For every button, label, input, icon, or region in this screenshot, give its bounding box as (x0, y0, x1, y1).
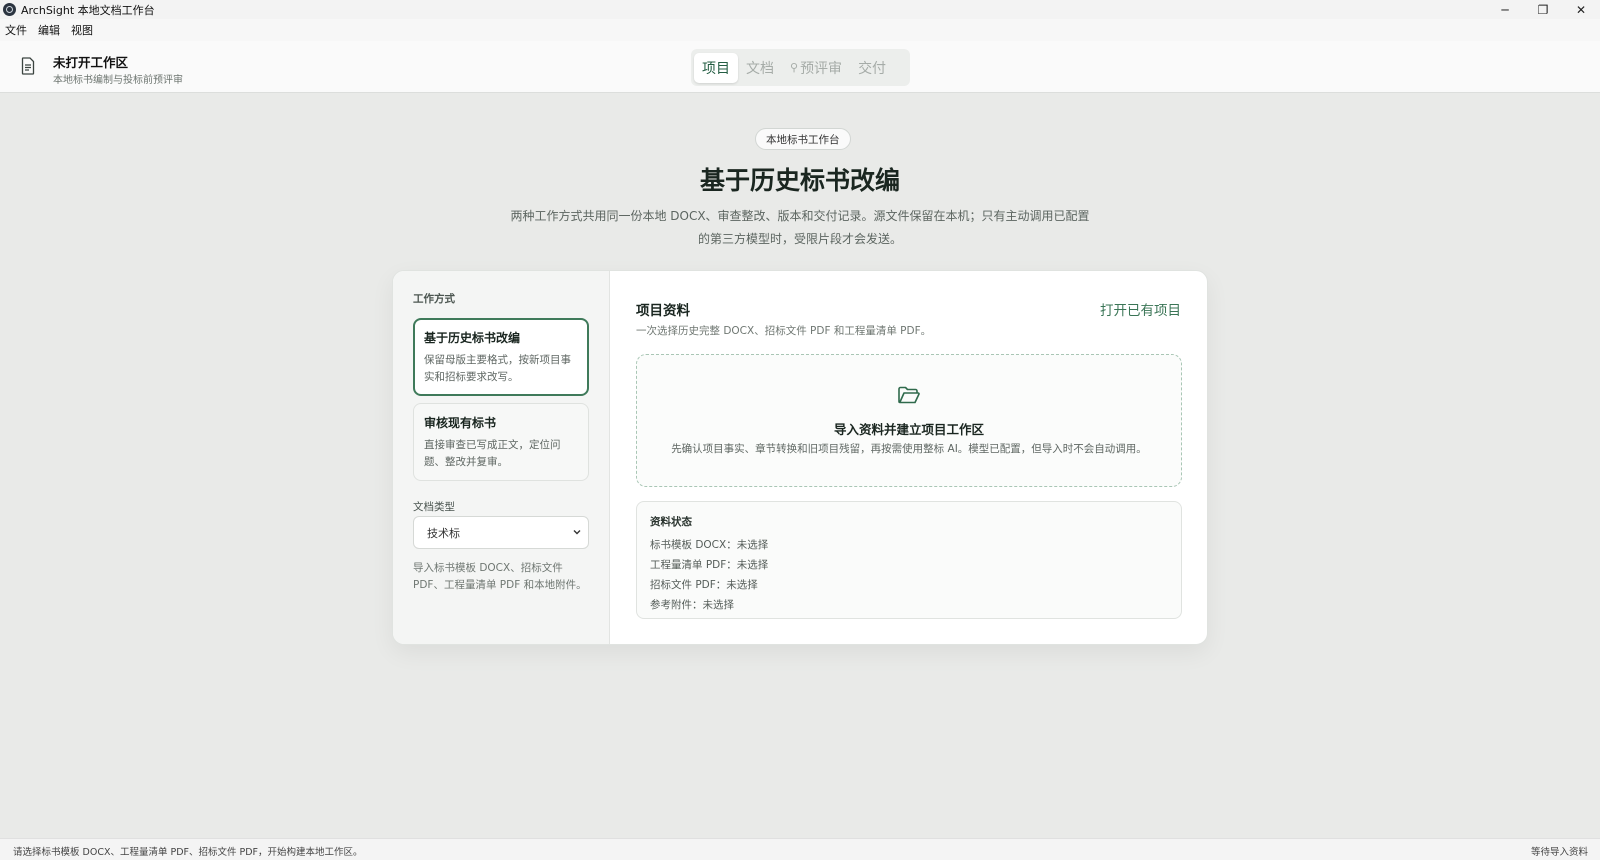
app-header: 未打开工作区 本地标书编制与投标前预评审 项目 文档 ⚲ 预评审 交付 (0, 41, 1600, 93)
project-materials-title: 项目资料 (636, 303, 690, 319)
mode-title: 审核现有标书 (424, 416, 497, 430)
folder-open-icon (898, 386, 920, 404)
mode-title: 基于历史标书改编 (424, 331, 521, 345)
status-boq-pdf: 工程量清单 PDF：未选择 (650, 559, 769, 571)
menu-bar: 文件 编辑 视图 (0, 19, 1600, 41)
import-dropzone[interactable]: 导入资料并建立项目工作区 先确认项目事实、章节转换和旧项目残留，再按需使用整标 … (636, 354, 1182, 487)
open-existing-project-link[interactable]: 打开已有项目 (1100, 299, 1181, 319)
menu-edit[interactable]: 编辑 (38, 22, 60, 38)
status-attachments: 参考附件：未选择 (650, 599, 734, 611)
menu-file[interactable]: 文件 (5, 22, 27, 38)
status-state: 等待导入资料 (1530, 847, 1588, 858)
title-bar: ArchSight 本地文档工作台 ─ ❐ ✕ (0, 0, 1600, 19)
import-help-text: 导入标书模板 DOCX、招标文件 PDF、工程量清单 PDF 和本地附件。 (413, 562, 587, 591)
search-icon: ⚲ (790, 61, 799, 74)
doc-type-select[interactable]: 技术标 (413, 516, 589, 549)
window-controls: ─ ❐ ✕ (1486, 0, 1600, 19)
mode-description: 保留母版主要格式，按新项目事实和招标要求改写。 (424, 354, 571, 383)
doc-type-label: 文档类型 (413, 501, 455, 513)
materials-status-title: 资料状态 (650, 516, 692, 528)
document-icon (21, 57, 35, 75)
main-tabs: 项目 文档 ⚲ 预评审 交付 (691, 49, 910, 86)
tab-pre-review[interactable]: ⚲ 预评审 (782, 53, 850, 83)
workspace-title: 未打开工作区 (53, 55, 129, 70)
setup-card: 工作方式 基于历史标书改编 保留母版主要格式，按新项目事实和招标要求改写。 审核… (392, 270, 1208, 645)
doc-type-value: 技术标 (427, 526, 460, 540)
tab-documents[interactable]: 文档 (738, 53, 782, 83)
mode-card-review-existing[interactable]: 审核现有标书 直接审查已写成正文，定位问题、整改并复审。 (413, 403, 589, 481)
app-logo-icon (3, 3, 16, 16)
workbench-badge: 本地标书工作台 (755, 128, 851, 150)
hero-desc-line-2: 的第三方模型时，受限片段才会发送。 (697, 232, 902, 246)
materials-status-list: 标书模板 DOCX：未选择 工程量清单 PDF：未选择 招标文件 PDF：未选择… (650, 535, 768, 615)
work-mode-label: 工作方式 (413, 293, 455, 305)
mode-panel: 工作方式 基于历史标书改编 保留母版主要格式，按新项目事实和招标要求改写。 审核… (393, 271, 610, 644)
status-tender-pdf: 招标文件 PDF：未选择 (650, 579, 758, 591)
tab-delivery-label: 交付 (858, 60, 887, 77)
project-materials-subtitle: 一次选择历史完整 DOCX、招标文件 PDF 和工程量清单 PDF。 (636, 325, 932, 337)
chevron-down-icon (573, 530, 581, 535)
tab-documents-label: 文档 (746, 60, 774, 77)
status-message: 请选择标书模板 DOCX、工程量清单 PDF、招标文件 PDF，开始构建本地工作… (13, 847, 363, 858)
materials-status-box: 资料状态 标书模板 DOCX：未选择 工程量清单 PDF：未选择 招标文件 PD… (636, 501, 1182, 619)
close-button[interactable]: ✕ (1562, 0, 1600, 19)
status-bar: 请选择标书模板 DOCX、工程量清单 PDF、招标文件 PDF，开始构建本地工作… (0, 838, 1600, 860)
hero-description: 两种工作方式共用同一份本地 DOCX、审查整改、版本和交付记录。源文件保留在本机… (510, 205, 1090, 251)
hero-desc-line-1: 两种工作方式共用同一份本地 DOCX、审查整改、版本和交付记录。源文件保留在本机… (510, 209, 1090, 223)
dropzone-title: 导入资料并建立项目工作区 (833, 422, 984, 437)
mode-card-adapt-history[interactable]: 基于历史标书改编 保留母版主要格式，按新项目事实和招标要求改写。 (413, 318, 589, 396)
status-template-docx: 标书模板 DOCX：未选择 (650, 539, 769, 551)
tab-project[interactable]: 项目 (694, 52, 738, 83)
hero-title: 基于历史标书改编 (699, 166, 900, 195)
restore-button[interactable]: ❐ (1524, 0, 1562, 19)
menu-view[interactable]: 视图 (71, 22, 93, 38)
tab-pre-review-label: 预评审 (800, 60, 843, 77)
mode-description: 直接审查已写成正文，定位问题、整改并复审。 (424, 439, 561, 468)
workspace-subtitle: 本地标书编制与投标前预评审 (53, 75, 183, 86)
tab-project-label: 项目 (702, 60, 730, 77)
tab-delivery[interactable]: 交付 (850, 53, 894, 83)
window-title: ArchSight 本地文档工作台 (21, 3, 155, 17)
dropzone-description: 先确认项目事实、章节转换和旧项目残留，再按需使用整标 AI。模型已配置，但导入时… (671, 443, 1147, 455)
minimize-button[interactable]: ─ (1486, 0, 1524, 19)
